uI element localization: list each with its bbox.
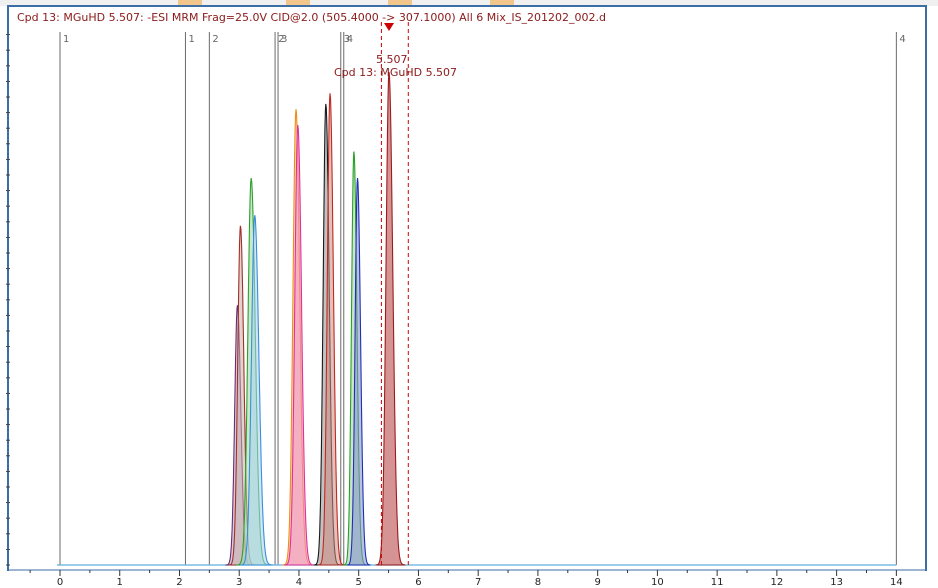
x-tick-label: 7 [475, 577, 481, 588]
x-axis-band [9, 568, 925, 588]
x-tick-label: 13 [830, 577, 843, 588]
x-tick-label: 8 [535, 577, 541, 588]
x-tick-label: 2 [176, 577, 182, 588]
chromatogram-window: Cpd 13: MGuHD 5.507: -ESI MRM Frag=25.0V… [0, 0, 938, 588]
toolbar-tab[interactable] [490, 0, 514, 5]
chromatogram-chart: Cpd 13: MGuHD 5.507: -ESI MRM Frag=25.0V… [0, 0, 938, 588]
x-tick-label: 10 [651, 577, 664, 588]
x-tick-label: 3 [236, 577, 242, 588]
toolbar-tab[interactable] [388, 0, 412, 5]
x-tick-label: 9 [594, 577, 600, 588]
marker-line-label: 2 [212, 34, 218, 45]
x-tick-label: 11 [711, 577, 724, 588]
x-tick-label: 1 [117, 577, 123, 588]
x-tick-label: 12 [771, 577, 784, 588]
toolbar-tab[interactable] [178, 0, 202, 5]
peak-compound-label: Cpd 13: MGuHD 5.507 [334, 66, 457, 79]
peak-rt-label: 5.507 [376, 53, 408, 66]
toolbar-tab[interactable] [286, 0, 310, 5]
chart-title: Cpd 13: MGuHD 5.507: -ESI MRM Frag=25.0V… [17, 11, 606, 24]
marker-line-label: 4 [899, 34, 905, 45]
x-tick-label: 4 [296, 577, 302, 588]
x-tick-label: 6 [415, 577, 421, 588]
x-tick-label: 5 [356, 577, 362, 588]
x-tick-label: 0 [57, 577, 63, 588]
marker-line-label: 1 [63, 34, 69, 45]
marker-line-label: 1 [188, 34, 194, 45]
x-tick-label: 14 [890, 577, 903, 588]
plot-frame [7, 5, 927, 571]
marker-line-label: 3 [281, 34, 287, 45]
marker-line-label: 4 [347, 34, 353, 45]
